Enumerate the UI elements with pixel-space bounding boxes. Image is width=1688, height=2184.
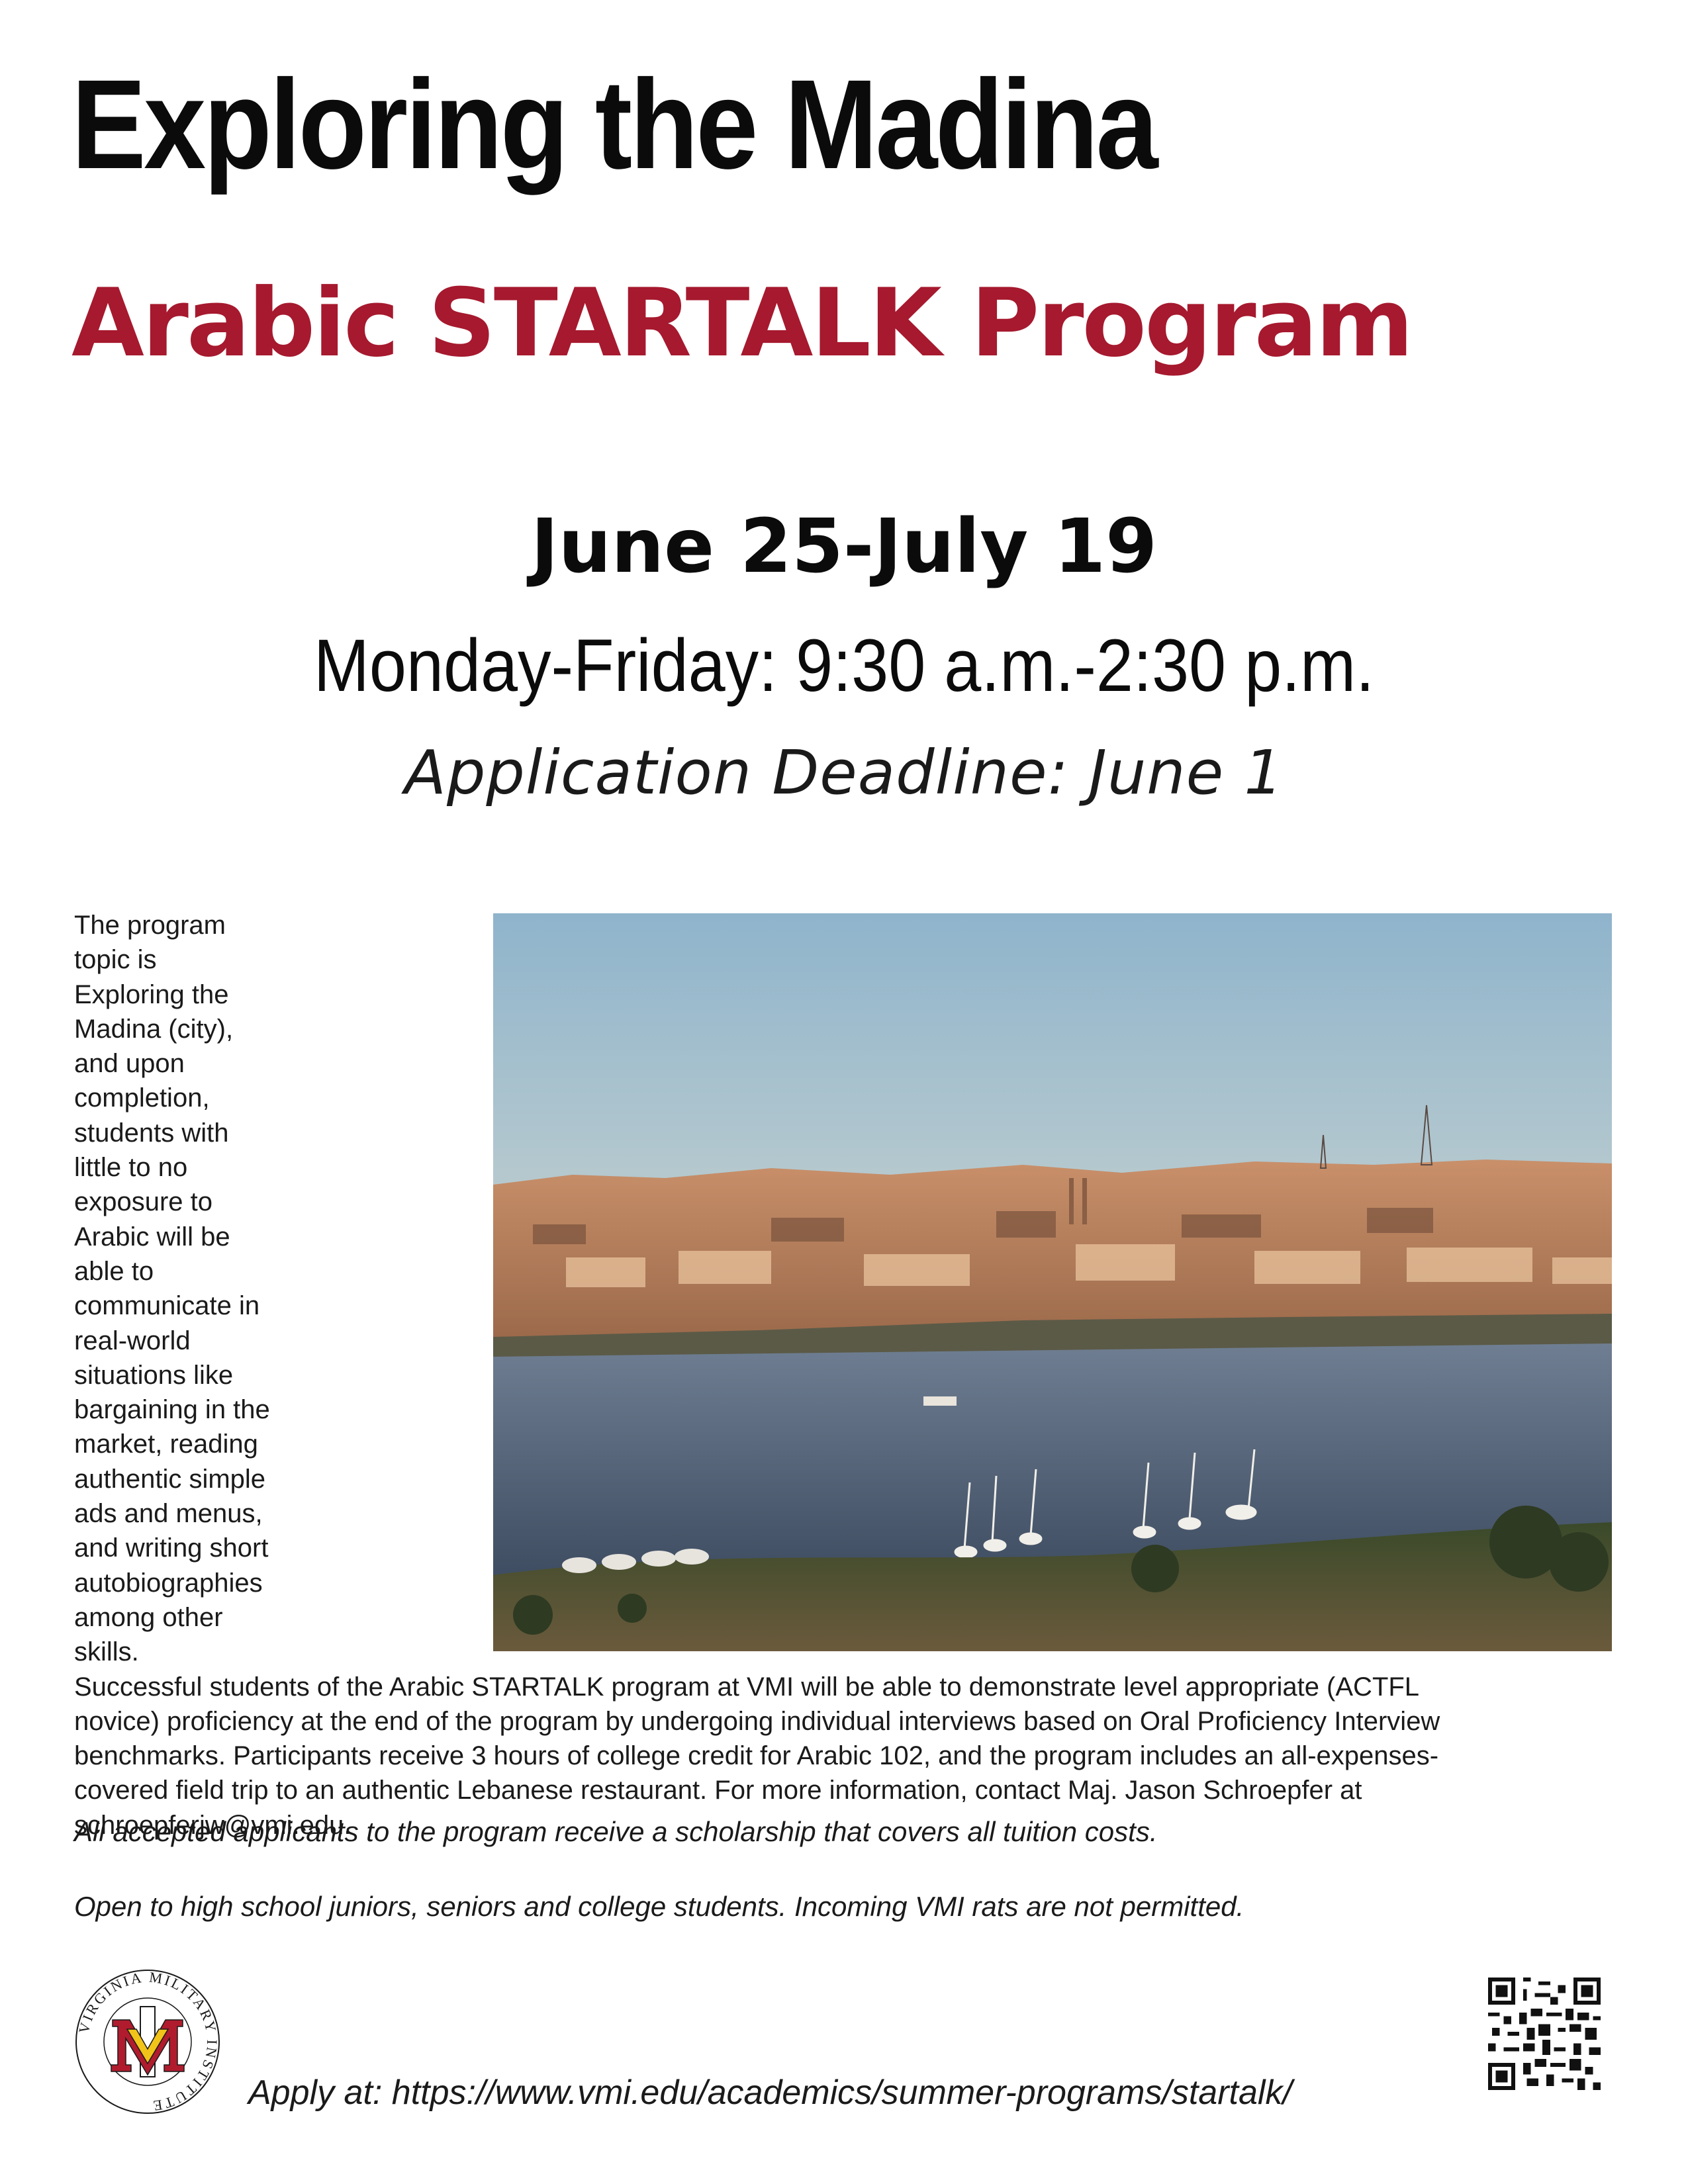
- application-deadline: Application Deadline: June 1: [404, 737, 1284, 808]
- program-subtitle: Arabic STARTALK Program: [71, 269, 1413, 378]
- flyer-title: Exploring the Madina: [71, 53, 1158, 195]
- city-river-photo: [493, 913, 1612, 1651]
- qr-code: [1488, 1978, 1601, 2090]
- program-dates: June 25-July 19: [530, 504, 1158, 590]
- eligibility-note: Open to high school juniors, seniors and…: [74, 1891, 1244, 1922]
- scholarship-note: All accepted applicants to the program r…: [74, 1816, 1158, 1847]
- program-hours: Monday-Friday: 9:30 a.m.-2:30 p.m.: [313, 624, 1375, 707]
- apply-link-text: Apply at: https://www.vmi.edu/academics/…: [248, 2073, 1292, 2112]
- vmi-logo: VIRGINIA MILITARY INSTITUTE: [71, 1966, 224, 2118]
